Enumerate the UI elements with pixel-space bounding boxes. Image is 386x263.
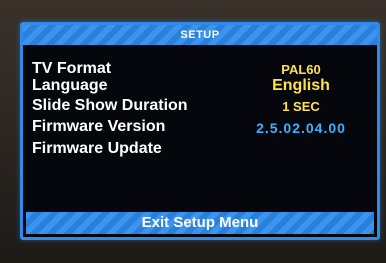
menu-item-language[interactable]: Language English (32, 76, 365, 98)
menu-item-label: Language (32, 77, 108, 94)
tv-screen: SETUP TV Format PAL60 Language English S… (0, 0, 386, 263)
menu-item-firmware-version[interactable]: Firmware Version 2.5.02.04.00 (32, 117, 365, 139)
slide-show-duration-value: 1 SEC (282, 99, 320, 114)
menu-item-label: Firmware Version (32, 118, 166, 135)
menu-item-label: Slide Show Duration (32, 97, 188, 114)
setup-menu-panel: SETUP TV Format PAL60 Language English S… (20, 22, 380, 240)
language-value: English (272, 77, 330, 94)
menu-item-label: Firmware Update (32, 140, 162, 157)
menu-title: SETUP (23, 25, 377, 45)
menu-item-slide-show-duration[interactable]: Slide Show Duration 1 SEC (32, 96, 365, 118)
menu-item-firmware-update[interactable]: Firmware Update (32, 139, 365, 161)
firmware-version-value: 2.5.02.04.00 (256, 120, 346, 136)
exit-setup-menu-button[interactable]: Exit Setup Menu (26, 212, 374, 234)
